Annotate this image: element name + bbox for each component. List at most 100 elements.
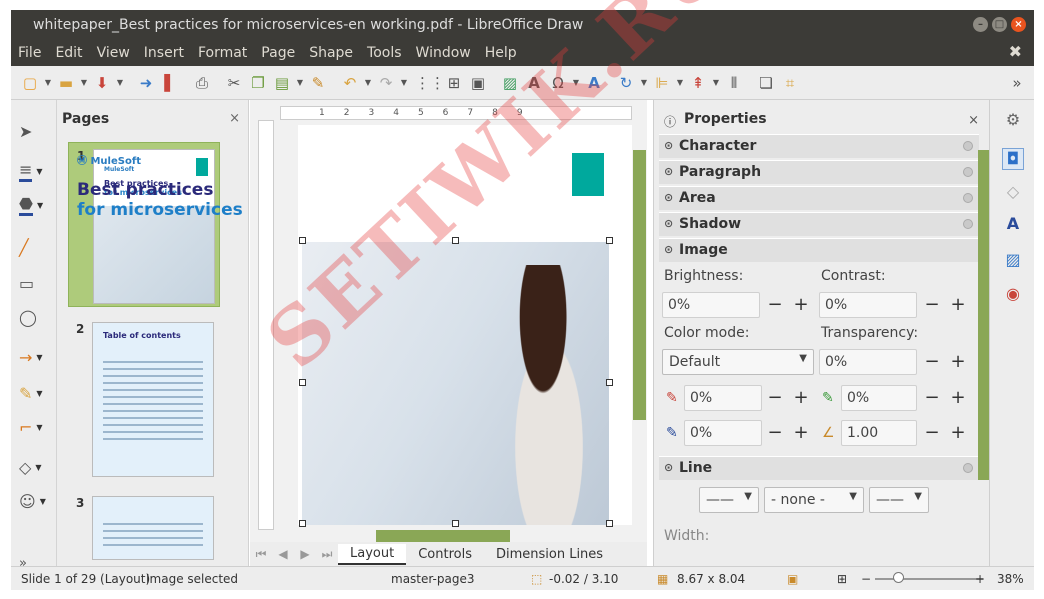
fontwork-deck-icon[interactable]: A	[1002, 214, 1024, 236]
grid-icon[interactable]: ⋮⋮	[415, 72, 445, 94]
gamma-decrease-button[interactable]: −	[921, 422, 943, 444]
sidebar-settings-gear-icon[interactable]: ⚙	[1002, 110, 1024, 132]
blue-field[interactable]: 0%	[684, 420, 762, 446]
paste-icon[interactable]: ▤	[271, 72, 293, 94]
open-folder-icon[interactable]: ▬	[55, 72, 77, 94]
first-tab-icon[interactable]: ⏮	[250, 547, 272, 562]
menu-file[interactable]: File	[11, 45, 48, 61]
close-document-icon[interactable]: ✖	[1009, 42, 1022, 61]
green-decrease-button[interactable]: −	[921, 387, 943, 409]
brightness-field[interactable]: 0%	[662, 292, 760, 318]
menu-page[interactable]: Page	[254, 45, 302, 61]
menu-tools[interactable]: Tools	[360, 45, 409, 61]
align-icon[interactable]: ⊫	[651, 72, 673, 94]
brightness-decrease-button[interactable]: −	[764, 294, 786, 316]
save-dropdown-icon[interactable]: ▼	[115, 72, 125, 94]
transparency-decrease-button[interactable]: −	[921, 351, 943, 373]
clone-formatting-icon[interactable]: ✎	[307, 72, 329, 94]
copy-icon[interactable]: ❐	[247, 72, 269, 94]
contrast-increase-button[interactable]: +	[947, 294, 969, 316]
open-dropdown-icon[interactable]: ▼	[79, 72, 89, 94]
connector-tool-icon[interactable]: ⌐ ▼	[19, 414, 53, 440]
properties-deck-icon[interactable]: ◘	[1002, 148, 1024, 170]
selection-handle[interactable]	[606, 379, 613, 386]
minimize-button[interactable]: –	[973, 17, 988, 32]
line-end-select[interactable]: —— ▼	[869, 487, 929, 513]
undo-icon[interactable]: ↶	[339, 72, 361, 94]
arrange-dropdown-icon[interactable]: ▼	[711, 72, 721, 94]
gamma-field[interactable]: 1.00	[841, 420, 917, 446]
brightness-increase-button[interactable]: +	[790, 294, 812, 316]
transparency-field[interactable]: 0%	[819, 349, 917, 375]
curve-tool-icon[interactable]: ✎ ▼	[19, 380, 53, 406]
special-char-dropdown-icon[interactable]: ▼	[571, 72, 581, 94]
distribute-icon[interactable]: ⫴	[723, 72, 745, 94]
master-page-status[interactable]: master-page3	[391, 572, 474, 586]
menu-help[interactable]: Help	[478, 45, 524, 61]
menu-edit[interactable]: Edit	[48, 45, 89, 61]
red-increase-button[interactable]: +	[790, 387, 812, 409]
menu-view[interactable]: View	[90, 45, 137, 61]
redo-dropdown-icon[interactable]: ▼	[399, 72, 409, 94]
basic-shapes-icon[interactable]: ◇ ▼	[19, 454, 53, 480]
cut-icon[interactable]: ✂	[223, 72, 245, 94]
helplines-icon[interactable]: ⊞	[443, 72, 465, 94]
fit-page-icon[interactable]: ⊞	[837, 572, 847, 586]
paste-dropdown-icon[interactable]: ▼	[295, 72, 305, 94]
canvas-horizontal-scrollbar[interactable]	[376, 530, 510, 542]
selection-handle[interactable]	[452, 237, 459, 244]
blue-increase-button[interactable]: +	[790, 422, 812, 444]
rectangle-tool-icon[interactable]: ▭	[19, 270, 53, 296]
red-decrease-button[interactable]: −	[764, 387, 786, 409]
selection-handle[interactable]	[606, 520, 613, 527]
new-dropdown-icon[interactable]: ▼	[43, 72, 53, 94]
tab-controls[interactable]: Controls	[406, 545, 484, 564]
transparency-increase-button[interactable]: +	[947, 351, 969, 373]
print-icon[interactable]: ⎙	[191, 72, 213, 94]
line-color-icon[interactable]: ≡ ▼	[19, 158, 53, 184]
tab-layout[interactable]: Layout	[338, 543, 407, 565]
more-tools-icon[interactable]: »	[1006, 72, 1028, 94]
transformations-icon[interactable]: ↻	[615, 72, 637, 94]
insert-image-icon[interactable]: ▨	[499, 72, 521, 94]
crop-icon[interactable]: ⌗	[779, 72, 801, 94]
arrow-style-select[interactable]: - none - ▼	[764, 487, 864, 513]
section-character[interactable]: ⊙ Character	[659, 134, 979, 158]
redo-icon[interactable]: ↷	[375, 72, 397, 94]
select-tool-icon[interactable]: ➤	[19, 118, 53, 144]
section-shadow[interactable]: ⊙ Shadow	[659, 212, 979, 236]
contrast-decrease-button[interactable]: −	[921, 294, 943, 316]
menu-window[interactable]: Window	[409, 45, 478, 61]
navigator-deck-icon[interactable]: ◉	[1002, 284, 1024, 306]
section-line[interactable]: ⊙ Line	[659, 456, 979, 480]
special-character-icon[interactable]: Ω	[547, 72, 569, 94]
undo-dropdown-icon[interactable]: ▼	[363, 72, 373, 94]
ellipse-tool-icon[interactable]: ◯	[19, 304, 53, 330]
canvas-vertical-scrollbar[interactable]	[633, 150, 646, 420]
transform-dropdown-icon[interactable]: ▼	[639, 72, 649, 94]
document-modified-icon[interactable]: ▣	[787, 572, 798, 586]
zoom-slider[interactable]	[875, 578, 983, 580]
red-field[interactable]: 0%	[684, 385, 762, 411]
fontwork-icon[interactable]: A	[583, 72, 605, 94]
styles-deck-icon[interactable]: ◇	[1002, 182, 1024, 204]
section-area[interactable]: ⊙ Area	[659, 186, 979, 210]
next-tab-icon[interactable]: ▶	[294, 547, 316, 561]
selection-handle[interactable]	[299, 379, 306, 386]
menu-format[interactable]: Format	[191, 45, 254, 61]
close-pages-panel-icon[interactable]: ×	[229, 111, 240, 126]
close-sidebar-icon[interactable]: ×	[968, 113, 979, 128]
selection-handle[interactable]	[299, 237, 306, 244]
green-field[interactable]: 0%	[841, 385, 917, 411]
arrow-tool-icon[interactable]: → ▼	[19, 344, 53, 370]
section-paragraph[interactable]: ⊙ Paragraph	[659, 160, 979, 184]
new-document-icon[interactable]: ▢	[19, 72, 41, 94]
zoom-out-icon[interactable]: −	[861, 572, 871, 586]
save-icon[interactable]: ⬇	[91, 72, 113, 94]
maximize-button[interactable]: □	[992, 17, 1007, 32]
menu-insert[interactable]: Insert	[137, 45, 191, 61]
selection-handle[interactable]	[299, 520, 306, 527]
gallery-deck-icon[interactable]: ▨	[1002, 250, 1024, 272]
contrast-field[interactable]: 0%	[819, 292, 917, 318]
export-pdf-icon[interactable]: ▌	[159, 72, 181, 94]
